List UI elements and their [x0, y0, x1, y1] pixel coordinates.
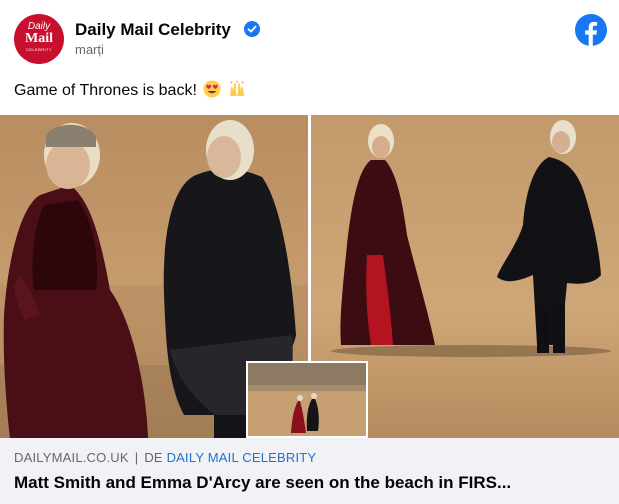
heart-eyes-emoji-icon	[203, 80, 221, 98]
post-message: Game of Thrones is back!	[14, 80, 246, 101]
verified-badge-icon	[244, 21, 260, 37]
page-avatar[interactable]: Daily Mail CELEBRITY	[14, 14, 64, 64]
post-timestamp[interactable]: marți	[75, 42, 104, 58]
avatar-line3: CELEBRITY	[26, 47, 52, 52]
link-publisher[interactable]: DAILY MAIL CELEBRITY	[167, 450, 317, 465]
link-domain: DAILYMAIL.CO.UK	[14, 450, 129, 465]
link-headline[interactable]: Matt Smith and Emma D'Arcy are seen on t…	[14, 472, 610, 494]
avatar-line2: Mail	[25, 31, 53, 46]
facebook-logo-icon[interactable]	[575, 14, 607, 46]
link-separator: |	[134, 450, 139, 465]
link-preview-card[interactable]: DAILYMAIL.CO.UK | DE DAILY MAIL CELEBRITY …	[0, 438, 619, 504]
inset-photo	[246, 361, 368, 438]
raised-hands-emoji-icon	[229, 80, 244, 96]
post-header: Daily Mail CELEBRITY Daily Mail Celebrit…	[0, 0, 619, 64]
page-name-link[interactable]: Daily Mail Celebrity	[75, 20, 231, 40]
link-preview-image[interactable]	[0, 115, 619, 438]
link-source-line: DAILYMAIL.CO.UK | DE DAILY MAIL CELEBRITY	[14, 450, 316, 466]
post-message-text: Game of Thrones is back!	[14, 82, 197, 99]
inset-beach-scene	[248, 363, 366, 436]
link-publisher-prefix: DE	[144, 450, 163, 465]
